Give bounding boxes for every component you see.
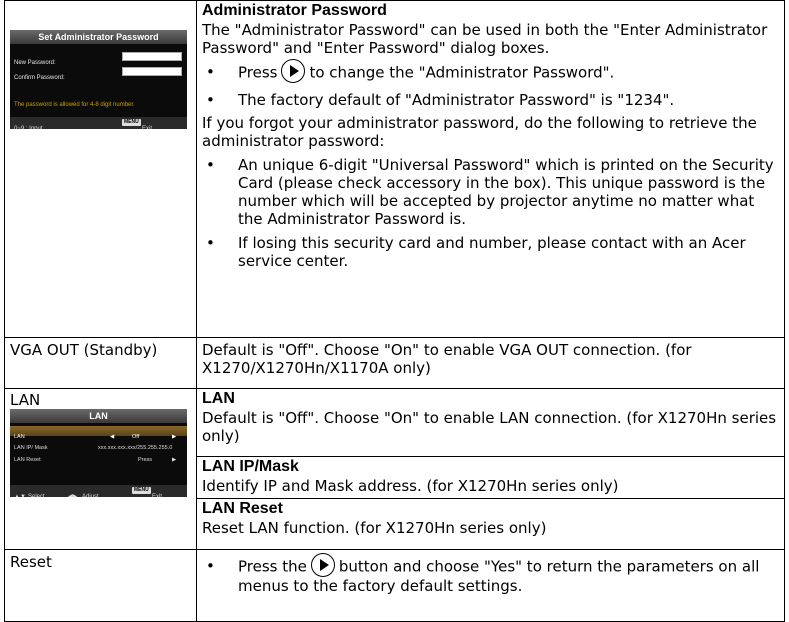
bullet-dot: • <box>206 63 215 81</box>
leftright-arrows-icon: ◀▶ <box>68 494 78 497</box>
bullet-dot: • <box>206 156 215 174</box>
lan-sub-ipmask: LAN IP/Mask Identify IP and Mask address… <box>196 456 785 499</box>
bullet-universal-text: An unique 6-digit "Universal Password" w… <box>238 156 774 228</box>
lan-osd-footer: ▲▼ Select ◀▶ Adjust MENU Exit <box>10 485 187 497</box>
lan-osd-title: LAN <box>10 409 187 423</box>
lan-reset-text: Reset LAN function. (for X1270Hn series … <box>202 519 547 537</box>
lan-foot-exit: Exit <box>152 494 163 497</box>
row-admin-password: Set Administrator Password New Password:… <box>4 0 785 338</box>
vga-label: VGA OUT (Standby) <box>4 337 197 389</box>
bullet-default-text: The factory default of "Administrator Pa… <box>238 91 675 109</box>
osd-footer: 0~9 : Input MENU Exit <box>10 117 187 129</box>
lan-label: LAN <box>10 391 41 409</box>
lan-osd-row-reset-value: Press <box>138 457 153 463</box>
admin-bullet-change: • Press to change the "Administrator Pass… <box>202 59 779 83</box>
admin-bullet-universal: • An unique 6-digit "Universal Password"… <box>202 156 779 228</box>
reset-press-text: Press the <box>238 557 307 576</box>
lan-reset-title: LAN Reset <box>202 500 283 517</box>
lan-sub-reset: LAN Reset Reset LAN function. (for X1270… <box>196 498 785 550</box>
lan-left-cell: LAN LAN LAN ◀ Off ▶ LAN IP/ Mask xxx.xxx… <box>4 388 197 550</box>
osd-title: Set Administrator Password <box>10 30 187 44</box>
menu-key-icon: MENU <box>122 119 141 126</box>
updown-arrows-icon: ▲▼ <box>14 494 26 497</box>
bullet-change-text: to change the "Administrator Password". <box>309 63 615 82</box>
row-reset: Reset • Press the button and choose "Yes"… <box>4 549 785 622</box>
osd-confirm-label: Confirm Password: <box>14 75 65 81</box>
lan-osd-row-reset-label: LAN Reset <box>14 457 41 463</box>
row-vga-out: VGA OUT (Standby) Default is "Off". Choo… <box>4 337 785 389</box>
play-button-icon <box>310 553 335 577</box>
lan-osd-row-ipmask: LAN IP/ Mask xxx.xxx.xxx.xxx/255.255.255… <box>10 437 187 451</box>
lan-osd-menu: LAN LAN ◀ Off ▶ LAN IP/ Mask xxx.xxx.xxx… <box>10 409 187 497</box>
osd-foot-input: 0~9 : Input <box>14 126 43 129</box>
bullet-press-text: Press <box>238 63 278 82</box>
lan-foot-select: Select <box>28 494 45 497</box>
bullet-dot: • <box>206 91 215 109</box>
lan-sub-lan: LAN Default is "Off". Choose "On" to ena… <box>196 388 785 457</box>
settings-table: Set Administrator Password New Password:… <box>4 0 785 622</box>
lan-osd-row-reset: LAN Reset Press ▶ <box>10 449 187 463</box>
lan-title: LAN <box>202 390 235 407</box>
admin-left-cell: Set Administrator Password New Password:… <box>4 0 197 338</box>
bullet-dot: • <box>206 234 215 252</box>
menu-key-icon: MENU <box>132 487 151 494</box>
lan-osd-row-lan: LAN ◀ Off ▶ <box>10 426 187 440</box>
osd-note: The password is allowed for 4-8 digit nu… <box>14 102 135 108</box>
vga-text: Default is "Off". Choose "On" to enable … <box>196 337 785 389</box>
arrow-right-icon: ▶ <box>172 457 177 463</box>
bullet-lost-text: If losing this security card and number,… <box>238 234 746 270</box>
lan-text: Default is "Off". Choose "On" to enable … <box>202 409 777 445</box>
manual-page: Set Administrator Password New Password:… <box>0 0 789 622</box>
admin-bullet-default: • The factory default of "Administrator … <box>202 91 779 109</box>
lan-ipmask-title: LAN IP/Mask <box>202 458 299 475</box>
admin-bullet-lost: • If losing this security card and numbe… <box>202 234 779 270</box>
lan-foot-adjust: Adjust <box>82 494 99 497</box>
play-button-icon <box>281 59 306 83</box>
admin-title: Administrator Password <box>202 2 387 19</box>
reset-right-cell: • Press the button and choose "Yes" to re… <box>196 549 785 622</box>
osd-confirm-field <box>122 67 182 76</box>
admin-para1: The "Administrator Password" can be used… <box>202 21 768 57</box>
osd-new-field <box>122 52 182 61</box>
row-lan: LAN LAN LAN ◀ Off ▶ LAN IP/ Mask xxx.xxx… <box>4 388 785 550</box>
admin-para2: If you forgot your administrator passwor… <box>202 114 757 150</box>
reset-bullet: • Press the button and choose "Yes" to re… <box>202 553 779 595</box>
osd-foot-exit: Exit <box>142 126 153 129</box>
reset-label: Reset <box>4 549 197 622</box>
lan-ipmask-text: Identify IP and Mask address. (for X1270… <box>202 477 619 495</box>
admin-osd-dialog: Set Administrator Password New Password:… <box>10 30 187 129</box>
bullet-dot: • <box>206 557 215 575</box>
admin-right-cell: Administrator Password The "Administrato… <box>196 0 785 338</box>
